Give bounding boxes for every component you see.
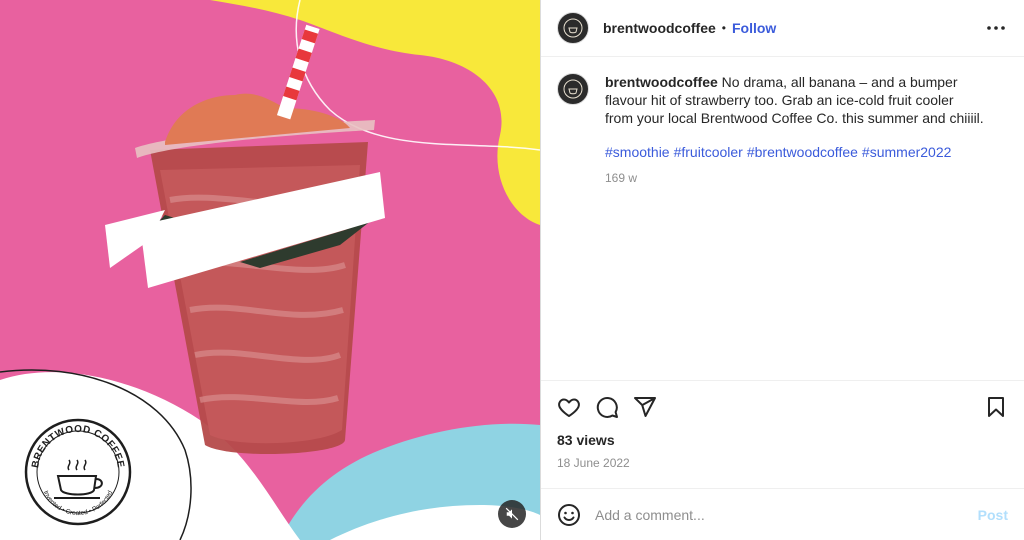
- mute-button[interactable]: [498, 500, 526, 528]
- hashtags: #smoothie #fruitcooler #brentwoodcoffee #su…: [605, 143, 985, 161]
- avatar[interactable]: [557, 12, 589, 44]
- paper-plane-icon: [634, 396, 656, 417]
- hashtag-link[interactable]: #smoothie: [605, 144, 670, 160]
- brentwood-avatar-icon: [563, 79, 583, 99]
- brentwood-avatar-icon: [563, 18, 583, 38]
- post-meta: 83 views 18 June 2022: [541, 432, 1024, 478]
- caption-username[interactable]: brentwoodcoffee: [605, 74, 718, 90]
- hashtag-link[interactable]: #brentwoodcoffee: [747, 144, 858, 160]
- action-bar: [541, 380, 1024, 432]
- comment-icon: [596, 396, 618, 418]
- post-header: brentwoodcoffee • Follow: [541, 0, 1024, 57]
- emoji-icon: [558, 503, 580, 526]
- post-sidebar: brentwoodcoffee • Follow brentwoodcoffee…: [540, 0, 1024, 540]
- post-media[interactable]: BRENTWOOD COFFEE Invented • Created • Pe…: [0, 0, 540, 540]
- follow-button[interactable]: Follow: [732, 20, 776, 36]
- post-comment-button[interactable]: Post: [978, 507, 1008, 523]
- more-horizontal-icon: [987, 26, 1005, 30]
- post-dialog: BRENTWOOD COFFEE Invented • Created • Pe…: [0, 0, 1024, 540]
- view-count[interactable]: 83 views: [557, 432, 1008, 448]
- hashtag-link[interactable]: #summer2022: [862, 144, 952, 160]
- caption-avatar[interactable]: [557, 73, 589, 105]
- bookmark-icon: [988, 396, 1004, 417]
- caption-age[interactable]: 169 w: [605, 169, 985, 187]
- like-button[interactable]: [557, 395, 581, 419]
- caption-area: brentwoodcoffee No drama, all banana – a…: [541, 57, 1024, 380]
- hashtag-link[interactable]: #fruitcooler: [674, 144, 743, 160]
- speaker-muted-icon: [505, 507, 519, 521]
- share-button[interactable]: [633, 395, 657, 419]
- caption-row: brentwoodcoffee No drama, all banana – a…: [557, 73, 1008, 187]
- comment-input[interactable]: [595, 506, 978, 523]
- post-date: 18 June 2022: [557, 456, 630, 470]
- comment-button[interactable]: [595, 395, 619, 419]
- save-button[interactable]: [984, 395, 1008, 419]
- caption-body: brentwoodcoffee No drama, all banana – a…: [605, 73, 985, 187]
- brentwood-logo: BRENTWOOD COFFEE Invented • Created • Pe…: [24, 418, 132, 526]
- header-username[interactable]: brentwoodcoffee: [603, 20, 716, 36]
- more-options-button[interactable]: [984, 16, 1008, 40]
- header-separator: •: [721, 21, 726, 35]
- emoji-button[interactable]: [557, 503, 581, 527]
- heart-icon: [558, 398, 580, 417]
- comment-box: Post: [541, 488, 1024, 540]
